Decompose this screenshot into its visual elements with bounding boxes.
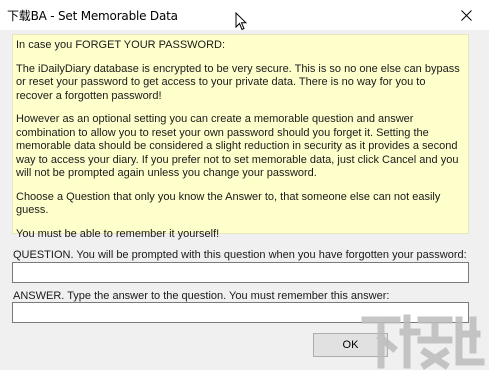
info-encryption-text: The iDailyDiary database is encrypted to… (16, 62, 460, 102)
answer-label: ANSWER. Type the answer to the question.… (13, 290, 390, 302)
info-choose-question-text: Choose a Question that only you know the… (16, 190, 441, 217)
question-label: QUESTION. You will be prompted with this… (13, 249, 467, 261)
mouse-cursor-icon (235, 12, 247, 31)
info-heading: In case you FORGET YOUR PASSWORD: (16, 39, 226, 51)
question-input[interactable] (12, 262, 469, 283)
close-icon (460, 9, 472, 21)
info-panel: In case you FORGET YOUR PASSWORD: The iD… (12, 34, 469, 240)
ok-button[interactable]: OK (313, 333, 388, 357)
info-remember-text: You must be able to remember it yourself… (16, 227, 220, 240)
info-optional-setting-text: However as an optional setting you can c… (16, 113, 459, 179)
close-button[interactable] (443, 0, 489, 30)
window-title: 下载BA - Set Memorable Data (7, 9, 178, 23)
answer-input[interactable] (12, 302, 469, 323)
